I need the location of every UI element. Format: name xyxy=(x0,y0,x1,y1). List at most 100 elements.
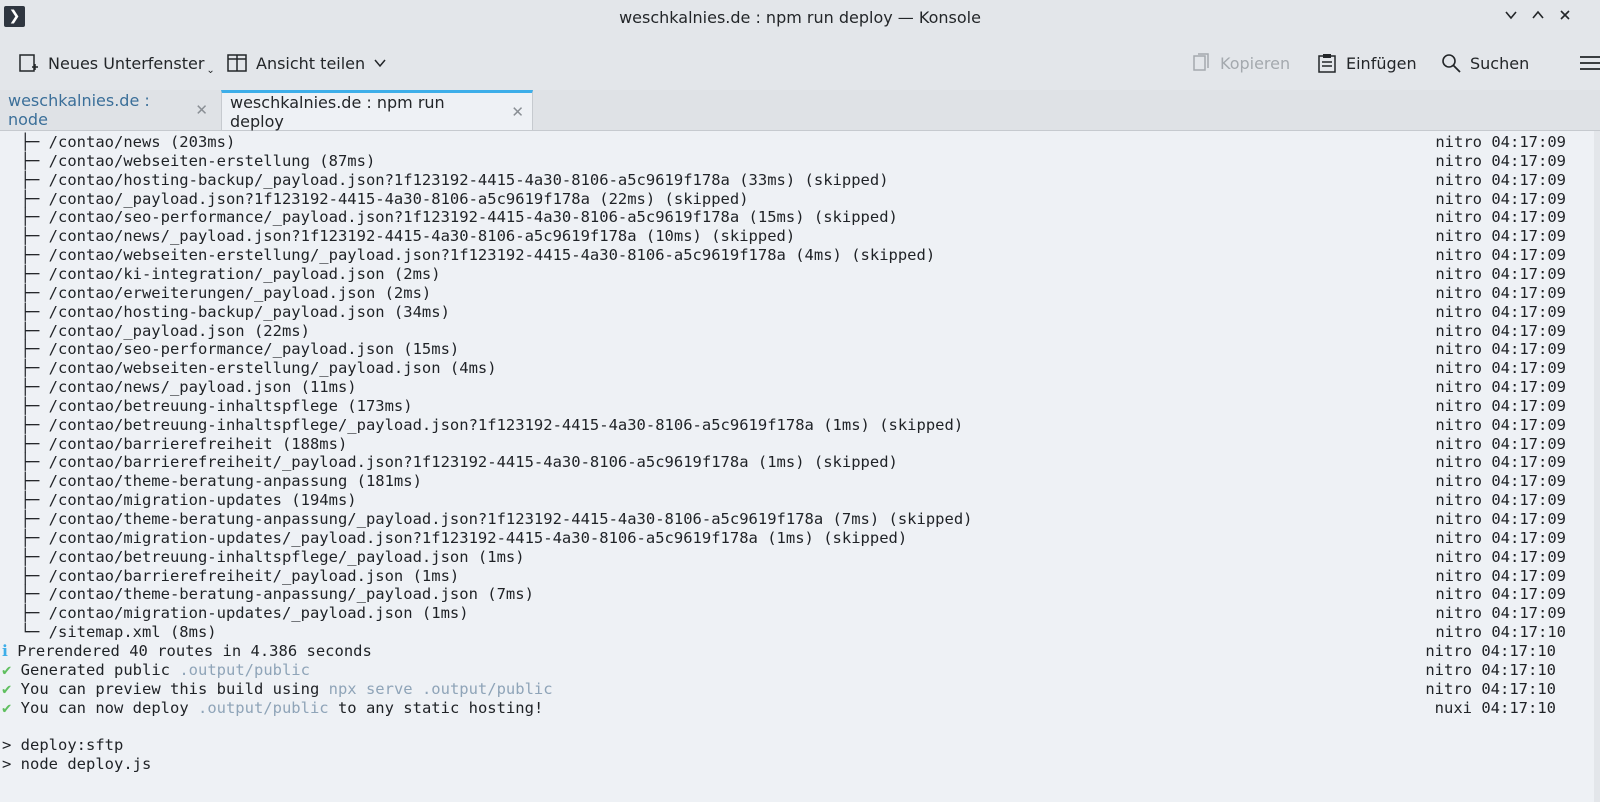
minimize-button[interactable] xyxy=(1500,6,1522,28)
route-entry: ├─ /contao/webseiten-erstellung (87ms) xyxy=(2,151,376,170)
terminal-line: > deploy:sftp xyxy=(0,736,1600,755)
close-icon xyxy=(1560,10,1570,20)
terminal-line: ├─ /contao/erweiterungen/_payload.json (… xyxy=(0,284,1600,303)
tab-bar: weschkalnies.de : node ✕ weschkalnies.de… xyxy=(0,90,1600,131)
tab-label: weschkalnies.de : npm run deploy xyxy=(230,92,445,131)
close-button[interactable] xyxy=(1554,6,1576,28)
route-entry: ├─ /contao/news (203ms) xyxy=(2,133,236,151)
summary-text: You can preview this build using xyxy=(11,679,329,698)
log-tag: nitro 04:17:09 xyxy=(1435,227,1566,246)
prompt-line: > node deploy.js xyxy=(2,755,152,774)
hamburger-menu-icon xyxy=(1580,56,1600,70)
route-entry: ├─ /contao/betreuung-inhaltspflege/_payl… xyxy=(2,547,525,566)
route-entry: ├─ /contao/hosting-backup/_payload.json?… xyxy=(2,170,889,189)
log-tag: nitro 04:17:09 xyxy=(1435,189,1566,208)
title-bar: ❯ weschkalnies.de : npm run deploy — Kon… xyxy=(0,0,1600,34)
window-title: weschkalnies.de : npm run deploy — Konso… xyxy=(619,8,981,27)
route-entry: ├─ /contao/ki-integration/_payload.json … xyxy=(2,264,441,283)
summary-text: You can now deploy xyxy=(11,698,198,717)
log-tag: nitro 04:17:09 xyxy=(1435,472,1566,491)
close-icon[interactable]: ✕ xyxy=(195,101,208,119)
log-tag: nitro 04:17:10 xyxy=(1425,641,1556,660)
new-split-label: Neues Unterfenster xyxy=(48,53,205,73)
route-entry: ├─ /contao/seo-performance/_payload.json… xyxy=(2,208,898,227)
paste-button[interactable]: Einfügen xyxy=(1316,50,1417,76)
summary-prerendered: ℹ Prerendered 40 routes in 4.386 seconds xyxy=(2,642,372,661)
route-entry: ├─ /contao/theme-beratung-anpassung/_pay… xyxy=(2,510,973,528)
terminal-line: ├─ /contao/_payload.json (22ms) nitro 04:… xyxy=(0,322,1600,341)
terminal-line: ├─ /contao/betreuung-inhaltspflege/_payl… xyxy=(0,416,1600,435)
log-tag: nitro 04:17:09 xyxy=(1435,585,1566,604)
path-highlight: .output/public xyxy=(179,660,310,679)
log-tag: nitro 04:17:09 xyxy=(1435,208,1566,227)
terminal-line: └─ /sitemap.xml (8ms) nitro 04:17:10 xyxy=(0,623,1600,642)
log-tag: nitro 04:17:10 xyxy=(1435,623,1566,642)
chevron-down-icon[interactable] xyxy=(373,56,387,70)
paste-icon xyxy=(1316,52,1338,74)
log-tag: nitro 04:17:10 xyxy=(1425,660,1556,679)
log-tag: nitro 04:17:09 xyxy=(1435,133,1566,151)
new-split-icon xyxy=(18,52,40,74)
summary-text: Prerendered 40 routes in 4.386 seconds xyxy=(7,641,372,660)
new-split-button[interactable]: Neues Unterfenster ⌄ xyxy=(18,50,215,76)
route-entry: ├─ /contao/seo-performance/_payload.json… xyxy=(2,340,460,359)
log-tag: nitro 04:17:09 xyxy=(1435,359,1566,378)
route-entry: ├─ /contao/migration-updates/_payload.js… xyxy=(2,528,908,547)
tab-node[interactable]: weschkalnies.de : node ✕ xyxy=(0,90,216,130)
terminal-line: ├─ /contao/hosting-backup/_payload.json … xyxy=(0,303,1600,322)
route-entry: ├─ /contao/hosting-backup/_payload.json … xyxy=(2,302,450,321)
maximize-button[interactable] xyxy=(1527,6,1549,28)
terminal-output[interactable]: ├─ /contao/news (203ms) nitro 04:17:09 ├─… xyxy=(0,131,1600,802)
prompt-line: > deploy:sftp xyxy=(2,736,124,755)
route-entry: ├─ /contao/barrierefreiheit/_payload.jso… xyxy=(2,453,898,472)
log-tag: nitro 04:17:09 xyxy=(1435,528,1566,547)
copy-button[interactable]: Kopieren xyxy=(1190,50,1290,76)
terminal-line: ├─ /contao/news/_payload.json?1f123192-4… xyxy=(0,227,1600,246)
toolbar: Neues Unterfenster ⌄ Ansicht teilen Kopi… xyxy=(0,34,1600,90)
terminal-line: ℹ Prerendered 40 routes in 4.386 seconds… xyxy=(0,642,1600,661)
search-button[interactable]: Suchen xyxy=(1440,50,1529,76)
route-entry: ├─ /contao/_payload.json?1f123192-4415-4… xyxy=(2,189,749,208)
log-tag: nuxi 04:17:10 xyxy=(1434,698,1556,717)
log-tag: nitro 04:17:09 xyxy=(1435,453,1566,472)
route-entry: ├─ /contao/migration-updates (194ms) xyxy=(2,491,357,510)
log-tag: nitro 04:17:09 xyxy=(1435,264,1566,283)
terminal-line: ✔ Generated public .output/public nitro 0… xyxy=(0,661,1600,680)
search-label: Suchen xyxy=(1470,53,1530,73)
log-tag: nitro 04:17:09 xyxy=(1435,283,1566,302)
log-tag: nitro 04:17:09 xyxy=(1435,566,1566,585)
hamburger-menu-button[interactable] xyxy=(1578,50,1600,76)
terminal-line: ├─ /contao/theme-beratung-anpassung (181… xyxy=(0,472,1600,491)
log-tag: nitro 04:17:09 xyxy=(1435,547,1566,566)
route-entry: ├─ /contao/webseiten-erstellung/_payload… xyxy=(2,246,936,265)
terminal-line: ├─ /contao/theme-beratung-anpassung/_pay… xyxy=(0,585,1600,604)
terminal-line: ├─ /contao/betreuung-inhaltspflege (173m… xyxy=(0,397,1600,416)
route-entry: ├─ /contao/barrierefreiheit/_payload.jso… xyxy=(2,566,460,585)
route-entry: ├─ /contao/_payload.json (22ms) xyxy=(2,321,310,340)
terminal-line: ├─ /contao/barrierefreiheit/_payload.jso… xyxy=(0,453,1600,472)
command-highlight: npx serve .output/public xyxy=(328,679,553,698)
log-tag: nitro 04:17:09 xyxy=(1435,378,1566,397)
log-tag: nitro 04:17:09 xyxy=(1435,396,1566,415)
log-tag: nitro 04:17:09 xyxy=(1435,340,1566,359)
log-tag: nitro 04:17:09 xyxy=(1435,415,1566,434)
summary-preview: ✔ You can preview this build using npx s… xyxy=(2,680,553,699)
route-entry: ├─ /contao/betreuung-inhaltspflege/_payl… xyxy=(2,415,964,434)
tab-npm-run-deploy[interactable]: weschkalnies.de : npm run deploy ✕ xyxy=(221,90,533,131)
check-icon: ✔ xyxy=(2,698,12,717)
path-highlight: .output/public xyxy=(197,698,329,717)
terminal-line: ├─ /contao/betreuung-inhaltspflege/_payl… xyxy=(0,548,1600,567)
terminal-line: ├─ /contao/migration-updates/_payload.js… xyxy=(0,529,1600,548)
chevron-down-icon xyxy=(1505,11,1517,20)
scrollbar[interactable] xyxy=(1594,131,1600,802)
copy-label: Kopieren xyxy=(1220,53,1291,73)
tab-label: weschkalnies.de : node xyxy=(8,91,150,129)
split-view-button[interactable]: Ansicht teilen xyxy=(226,50,387,76)
log-tag: nitro 04:17:09 xyxy=(1435,510,1566,528)
route-entry: ├─ /contao/theme-beratung-anpassung (181… xyxy=(2,472,422,491)
route-entry: ├─ /contao/betreuung-inhaltspflege (173m… xyxy=(2,396,413,415)
close-icon[interactable]: ✕ xyxy=(511,103,524,121)
terminal-line: ├─ /contao/barrierefreiheit/_payload.jso… xyxy=(0,567,1600,586)
terminal-line: ├─ /contao/webseiten-erstellung (87ms) ni… xyxy=(0,152,1600,171)
terminal-line: ✔ You can now deploy .output/public to a… xyxy=(0,699,1600,718)
